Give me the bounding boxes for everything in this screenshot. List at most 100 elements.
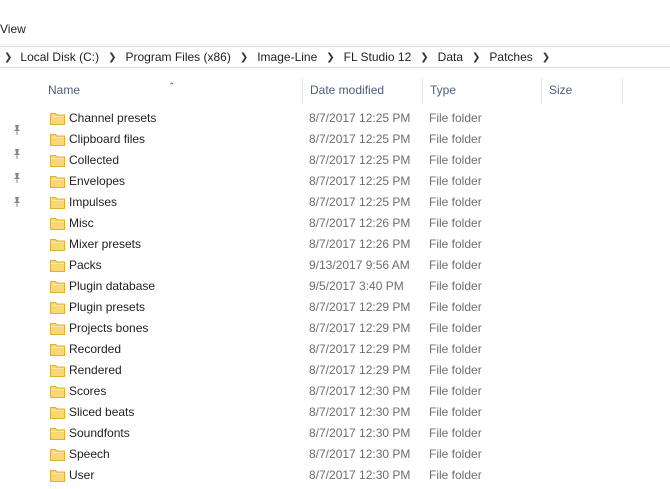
file-row[interactable]: Packs 9/13/2017 9:56 AM File folder <box>40 255 670 276</box>
file-row[interactable]: Plugin database 9/5/2017 3:40 PM File fold… <box>40 276 670 297</box>
file-type: File folder <box>429 174 482 188</box>
file-name: Plugin presets <box>69 300 146 314</box>
file-date-modified: 8/7/2017 12:30 PM <box>309 384 411 398</box>
folder-icon <box>50 428 65 440</box>
chevron-right-icon[interactable]: ❯ <box>542 52 550 63</box>
file-list: Channel presets 8/7/2017 12:25 PM File fol… <box>40 108 670 486</box>
file-name: User <box>69 468 95 482</box>
breadcrumb-patches[interactable]: Patches <box>487 50 534 64</box>
file-name: Projects bones <box>69 321 149 335</box>
file-type: File folder <box>429 384 482 398</box>
chevron-right-icon[interactable]: ❯ <box>420 52 428 63</box>
column-header-type-label: Type <box>430 83 457 97</box>
folder-icon <box>50 134 65 146</box>
file-date-modified: 8/7/2017 12:30 PM <box>309 426 411 440</box>
column-header-date-modified[interactable]: Date modified <box>302 78 422 104</box>
file-type: File folder <box>429 279 482 293</box>
file-type: File folder <box>429 405 482 419</box>
file-date-modified: 8/7/2017 12:25 PM <box>309 174 411 188</box>
file-row[interactable]: Mixer presets 8/7/2017 12:26 PM File folde… <box>40 234 670 255</box>
breadcrumb-local-disk[interactable]: Local Disk (C:) <box>18 50 101 64</box>
folder-icon <box>50 176 65 188</box>
chevron-right-icon[interactable]: ❯ <box>240 52 248 63</box>
file-date-modified: 8/7/2017 12:26 PM <box>309 237 411 251</box>
column-header-row: Name ⌃ Date modified Type Size <box>40 78 670 104</box>
file-date-modified: 8/7/2017 12:29 PM <box>309 321 411 335</box>
pin-icon[interactable] <box>12 148 22 160</box>
file-type: File folder <box>429 132 482 146</box>
file-type: File folder <box>429 237 482 251</box>
pin-icon[interactable] <box>12 124 22 136</box>
folder-icon <box>50 344 65 356</box>
folder-icon <box>50 260 65 272</box>
file-row[interactable]: Recorded 8/7/2017 12:29 PM File folder <box>40 339 670 360</box>
ribbon-tab-view[interactable]: View <box>0 22 26 36</box>
file-type: File folder <box>429 447 482 461</box>
file-date-modified: 8/7/2017 12:29 PM <box>309 363 411 377</box>
file-row[interactable]: Rendered 8/7/2017 12:29 PM File folder <box>40 360 670 381</box>
file-date-modified: 9/13/2017 9:56 AM <box>309 258 410 272</box>
file-row[interactable]: Soundfonts 8/7/2017 12:30 PM File folder <box>40 423 670 444</box>
file-row[interactable]: Channel presets 8/7/2017 12:25 PM File fol… <box>40 108 670 129</box>
breadcrumb-data[interactable]: Data <box>436 50 465 64</box>
folder-icon <box>50 323 65 335</box>
column-header-size[interactable]: Size <box>541 78 623 104</box>
file-type: File folder <box>429 111 482 125</box>
file-name: Impulses <box>69 195 118 209</box>
file-row[interactable]: Collected 8/7/2017 12:25 PM File folder <box>40 150 670 171</box>
column-header-date-label: Date modified <box>310 83 385 97</box>
file-type: File folder <box>429 216 482 230</box>
chevron-right-icon[interactable]: ❯ <box>108 52 116 63</box>
pin-icon[interactable] <box>12 196 22 208</box>
breadcrumb-program-files[interactable]: Program Files (x86) <box>123 50 232 64</box>
quick-access-pane <box>0 68 40 489</box>
file-date-modified: 8/7/2017 12:30 PM <box>309 405 411 419</box>
sort-ascending-icon: ⌃ <box>168 81 176 91</box>
file-row[interactable]: Speech 8/7/2017 12:30 PM File folder <box>40 444 670 465</box>
pin-icon[interactable] <box>12 172 22 184</box>
file-type: File folder <box>429 195 482 209</box>
file-row[interactable]: Plugin presets 8/7/2017 12:29 PM File fold… <box>40 297 670 318</box>
file-row[interactable]: Envelopes 8/7/2017 12:25 PM File folder <box>40 171 670 192</box>
file-name: Rendered <box>69 363 122 377</box>
folder-icon <box>50 470 65 482</box>
folder-icon <box>50 302 65 314</box>
folder-icon <box>50 239 65 251</box>
file-type: File folder <box>429 468 482 482</box>
breadcrumb-fl-studio[interactable]: FL Studio 12 <box>342 50 414 64</box>
file-name: Scores <box>69 384 107 398</box>
file-name: Soundfonts <box>69 426 130 440</box>
file-row[interactable]: Misc 8/7/2017 12:26 PM File folder <box>40 213 670 234</box>
breadcrumb-image-line[interactable]: Image-Line <box>255 50 319 64</box>
column-header-name[interactable]: Name ⌃ <box>40 78 302 104</box>
file-name: Plugin database <box>69 279 156 293</box>
chevron-right-icon[interactable]: ❯ <box>326 52 334 63</box>
chevron-right-icon[interactable]: ❯ <box>472 52 480 63</box>
file-name: Clipboard files <box>69 132 146 146</box>
file-row[interactable]: Clipboard files 8/7/2017 12:25 PM File fol… <box>40 129 670 150</box>
file-name: Misc <box>69 216 94 230</box>
folder-icon <box>50 449 65 461</box>
column-header-name-label: Name <box>48 83 81 97</box>
file-row[interactable]: User 8/7/2017 12:30 PM File folder <box>40 465 670 486</box>
column-header-size-label: Size <box>549 83 573 97</box>
column-header-type[interactable]: Type <box>422 78 541 104</box>
file-row[interactable]: Impulses 8/7/2017 12:25 PM File folder <box>40 192 670 213</box>
file-date-modified: 8/7/2017 12:29 PM <box>309 342 411 356</box>
file-type: File folder <box>429 426 482 440</box>
file-date-modified: 8/7/2017 12:30 PM <box>309 468 411 482</box>
folder-icon <box>50 407 65 419</box>
file-name: Speech <box>69 447 110 461</box>
file-name: Collected <box>69 153 120 167</box>
file-row[interactable]: Scores 8/7/2017 12:30 PM File folder <box>40 381 670 402</box>
chevron-right-icon[interactable]: ❯ <box>4 52 12 63</box>
file-name: Recorded <box>69 342 122 356</box>
file-row[interactable]: Sliced beats 8/7/2017 12:30 PM File folder <box>40 402 670 423</box>
file-type: File folder <box>429 363 482 377</box>
address-bar[interactable]: ❯ Local Disk (C:) ❯ Program Files (x86) … <box>0 46 670 68</box>
folder-icon <box>50 155 65 167</box>
file-date-modified: 8/7/2017 12:25 PM <box>309 153 411 167</box>
file-row[interactable]: Projects bones 8/7/2017 12:29 PM File fold… <box>40 318 670 339</box>
file-date-modified: 9/5/2017 3:40 PM <box>309 279 404 293</box>
file-name: Mixer presets <box>69 237 142 251</box>
